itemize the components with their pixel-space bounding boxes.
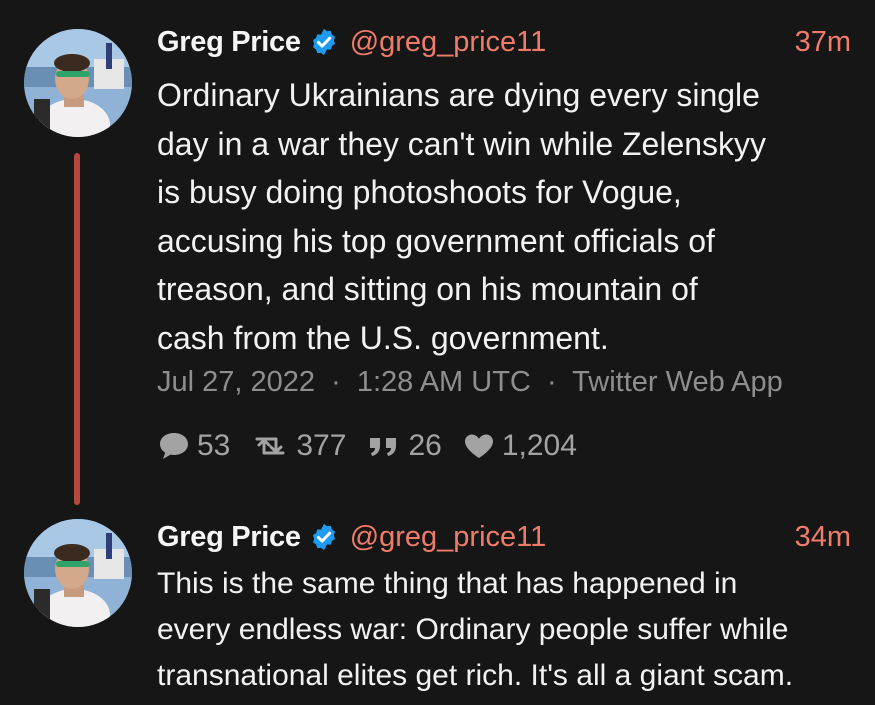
speech-bubble-icon bbox=[160, 433, 188, 459]
avatar[interactable] bbox=[24, 29, 132, 137]
tweet-time: 1:28 AM UTC bbox=[356, 366, 531, 398]
author-name[interactable]: Greg Price bbox=[157, 521, 301, 554]
quote-icon bbox=[370, 438, 397, 456]
tweet-text: Ordinary Ukrainians are dying every sing… bbox=[157, 77, 767, 356]
quote-button[interactable]: 26 bbox=[366, 429, 442, 463]
tweet-meta: Jul 27, 2022 · 1:28 AM UTC · Twitter Web… bbox=[157, 366, 783, 399]
tweet-date: Jul 27, 2022 bbox=[157, 366, 316, 398]
thread-line bbox=[74, 153, 80, 505]
retweet-icon bbox=[255, 437, 285, 455]
like-button[interactable]: 1,204 bbox=[462, 429, 577, 463]
reply-count: 53 bbox=[197, 429, 231, 462]
verified-badge-icon bbox=[309, 522, 339, 552]
meta-separator: · bbox=[331, 366, 341, 398]
avatar[interactable] bbox=[24, 519, 132, 627]
author-handle[interactable]: @greg_price11 bbox=[350, 26, 547, 59]
retweet-count: 377 bbox=[296, 429, 347, 462]
tweet-header: Greg Price @greg_price11 37m bbox=[157, 22, 851, 62]
retweet-button[interactable]: 377 bbox=[250, 429, 346, 463]
tweet-main: Greg Price @greg_price11 37m Ordinary Uk… bbox=[0, 0, 875, 515]
tweet-header: Greg Price @greg_price11 34m bbox=[157, 517, 851, 557]
tweet-time-ago[interactable]: 37m bbox=[795, 26, 851, 59]
meta-separator: · bbox=[546, 366, 557, 398]
verified-badge-icon bbox=[309, 27, 339, 57]
tweet-time-ago[interactable]: 34m bbox=[795, 521, 851, 554]
avatar-photo bbox=[24, 29, 132, 137]
tweet-text: This is the same thing that has happened… bbox=[157, 567, 794, 692]
reply-button[interactable]: 53 bbox=[157, 429, 230, 463]
tweet-actions: 53 377 26 1,204 bbox=[157, 424, 597, 468]
quote-count: 26 bbox=[408, 429, 442, 462]
author-handle[interactable]: @greg_price11 bbox=[350, 521, 547, 554]
author-name[interactable]: Greg Price bbox=[157, 26, 301, 59]
like-count: 1,204 bbox=[501, 429, 577, 462]
tweet-source[interactable]: Twitter Web App bbox=[572, 366, 783, 398]
tweet-reply: Greg Price @greg_price11 34m This is the… bbox=[0, 515, 875, 705]
heart-icon bbox=[464, 434, 493, 458]
avatar-photo bbox=[24, 519, 132, 627]
